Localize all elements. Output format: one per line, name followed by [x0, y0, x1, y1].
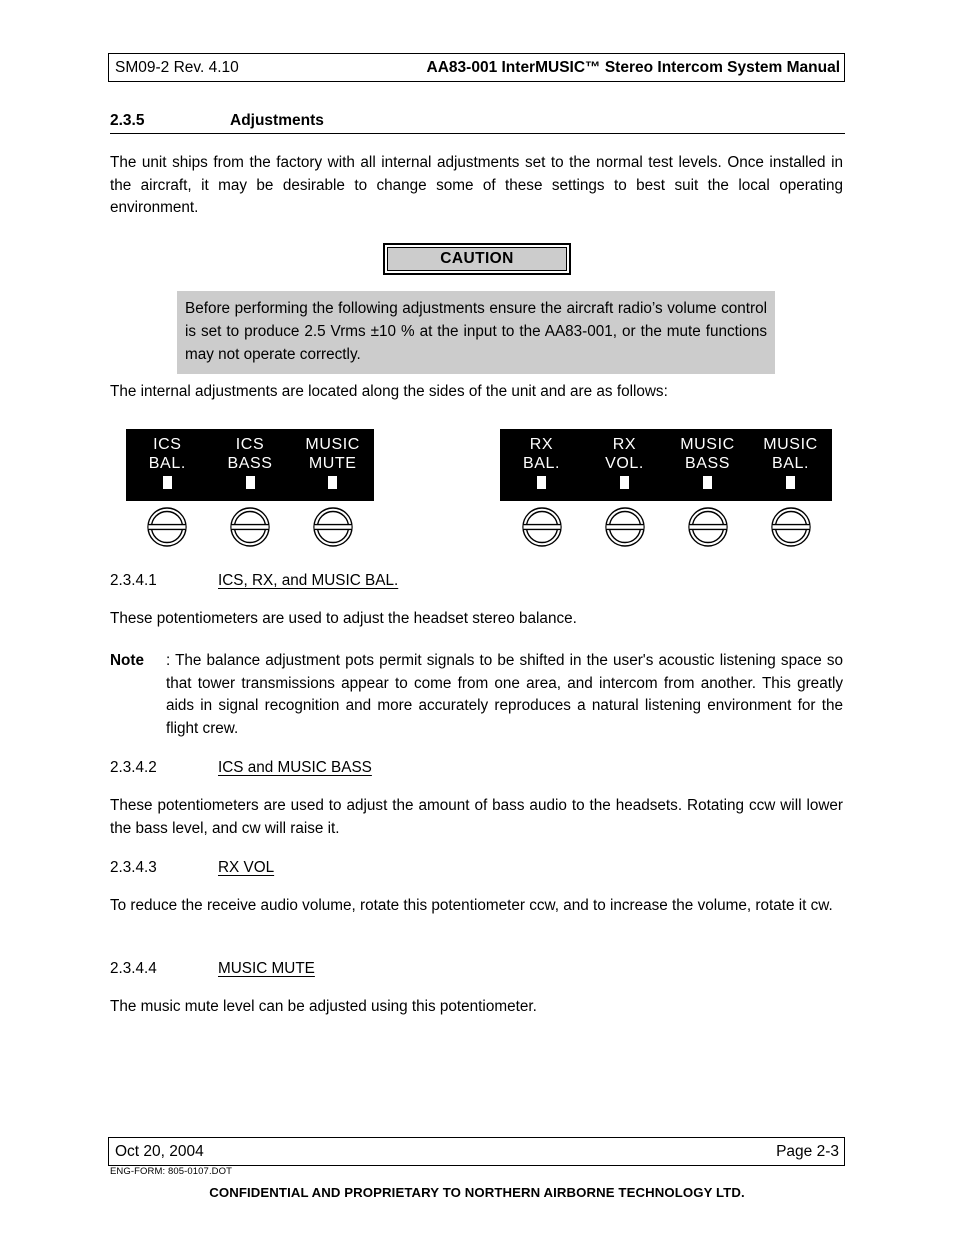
subsection-number: 2.3.4.3 — [110, 859, 157, 876]
panel-control-label-line2: BASS — [227, 455, 273, 472]
caution-text: Before performing the following adjustme… — [177, 291, 775, 374]
page-footer: Oct 20, 2004 Page 2-3 — [108, 1137, 845, 1166]
footer-confidential-notice: CONFIDENTIAL AND PROPRIETARY TO NORTHERN… — [209, 1185, 745, 1200]
caution-box: CAUTION — [383, 243, 571, 275]
panel-control-music-bal: MUSIC BAL. — [749, 429, 832, 489]
potentiometer-cell — [583, 506, 666, 548]
page-header: SM09-2 Rev. 4.10 AA83-001 InterMUSIC™ St… — [108, 53, 845, 82]
potentiometer-icon — [687, 507, 728, 547]
subsection-number: 2.3.4.1 — [110, 572, 157, 589]
subsection-heading-2342: 2.3.4.2 ICS and MUSIC BASS — [110, 759, 372, 777]
potentiometer-icon — [147, 507, 188, 547]
panel-control-label-line1: MUSIC — [763, 436, 818, 453]
subsection-title: ICS, RX, and MUSIC BAL. — [218, 572, 399, 589]
note-label: Note — [110, 652, 144, 669]
access-hole-icon — [328, 476, 338, 489]
note-block: Note : The balance adjustment pots permi… — [110, 650, 843, 740]
potentiometer-icon — [604, 507, 645, 547]
note-body: : The balance adjustment pots permit sig… — [166, 652, 843, 737]
left-potentiometer-row — [126, 506, 374, 548]
potentiometer-cell — [749, 506, 832, 548]
subsection-body-2343: To reduce the receive audio volume, rota… — [110, 897, 833, 914]
section-heading: 2.3.5 Adjustments — [110, 112, 845, 134]
panel-control-label-line2: MUTE — [308, 455, 357, 472]
panel-control-rx-bal: RX BAL. — [500, 429, 583, 489]
subsection-body-2344: The music mute level can be adjusted usi… — [110, 998, 537, 1015]
panel-control-label-line2: BAL. — [522, 455, 561, 472]
access-hole-icon — [245, 476, 255, 489]
access-hole-icon — [537, 476, 546, 489]
panel-control-label-line1: RX — [529, 436, 554, 453]
panel-control-ics-bass: ICS BASS — [209, 429, 292, 489]
panel-control-music-bass: MUSIC BASS — [666, 429, 749, 489]
right-adjustment-panel: RX BAL. RX VOL. MUSIC BASS MUSIC BAL. — [500, 429, 832, 501]
potentiometer-icon — [770, 507, 811, 547]
subsection-title: ICS and MUSIC BASS — [218, 759, 372, 776]
panel-control-label-line2: VOL. — [605, 455, 644, 472]
panel-control-label-line1: MUSIC — [305, 436, 360, 453]
right-potentiometer-row — [500, 506, 832, 548]
footer-page-number: Page 2-3 — [776, 1142, 839, 1160]
access-hole-icon — [786, 476, 795, 489]
intro-paragraph: The unit ships from the factory with all… — [110, 154, 843, 216]
potentiometer-cell — [209, 506, 292, 548]
panel-control-rx-vol: RX VOL. — [583, 429, 666, 489]
subsection-title: RX VOL — [218, 859, 275, 876]
potentiometer-icon — [230, 507, 270, 547]
subsection-body-2342: These potentiometers are used to adjust … — [110, 797, 843, 837]
panel-control-music-mute: MUSIC MUTE — [291, 429, 374, 489]
footer-date: Oct 20, 2004 — [115, 1142, 204, 1160]
panel-control-label-line1: ICS — [153, 436, 182, 453]
panel-control-label-line2: BASS — [684, 455, 731, 472]
lead-in-paragraph: The internal adjustments are located alo… — [110, 383, 668, 400]
section-number: 2.3.5 — [110, 112, 145, 129]
access-hole-icon — [162, 476, 172, 489]
subsection-body-2341: These potentiometers are used to adjust … — [110, 610, 577, 627]
panel-control-label-line1: RX — [612, 436, 637, 453]
section-title: Adjustments — [230, 112, 324, 129]
caution-label: CAUTION — [387, 247, 567, 271]
subsection-heading-2343: 2.3.4.3 RX VOL — [110, 859, 274, 877]
panel-control-label-line1: MUSIC — [680, 436, 735, 453]
potentiometer-cell — [291, 506, 374, 548]
subsection-heading-2341: 2.3.4.1 ICS, RX, and MUSIC BAL. — [110, 572, 398, 590]
subsection-heading-2344: 2.3.4.4 MUSIC MUTE — [110, 960, 315, 978]
footer-form-id: ENG-FORM: 805-0107.DOT — [110, 1166, 233, 1177]
potentiometer-cell — [126, 506, 209, 548]
potentiometer-icon — [521, 507, 562, 547]
panel-control-label-line2: BAL. — [148, 455, 186, 472]
access-hole-icon — [620, 476, 629, 489]
potentiometer-cell — [500, 506, 583, 548]
header-document-title: AA83-001 InterMUSIC™ Stereo Intercom Sys… — [426, 58, 840, 76]
subsection-number: 2.3.4.4 — [110, 960, 157, 977]
header-document-id: SM09-2 Rev. 4.10 — [115, 58, 239, 76]
access-hole-icon — [703, 476, 712, 489]
subsection-title: MUSIC MUTE — [218, 960, 315, 977]
panel-control-label-line1: ICS — [235, 436, 265, 453]
potentiometer-icon — [312, 507, 353, 547]
left-adjustment-panel: ICS BAL. ICS BASS MUSIC MUTE — [126, 429, 374, 501]
potentiometer-cell — [666, 506, 749, 548]
panel-control-label-line2: BAL. — [771, 455, 810, 472]
document-page: SM09-2 Rev. 4.10 AA83-001 InterMUSIC™ St… — [0, 0, 954, 1235]
panel-control-ics-bal: ICS BAL. — [126, 429, 209, 489]
subsection-number: 2.3.4.2 — [110, 759, 157, 776]
